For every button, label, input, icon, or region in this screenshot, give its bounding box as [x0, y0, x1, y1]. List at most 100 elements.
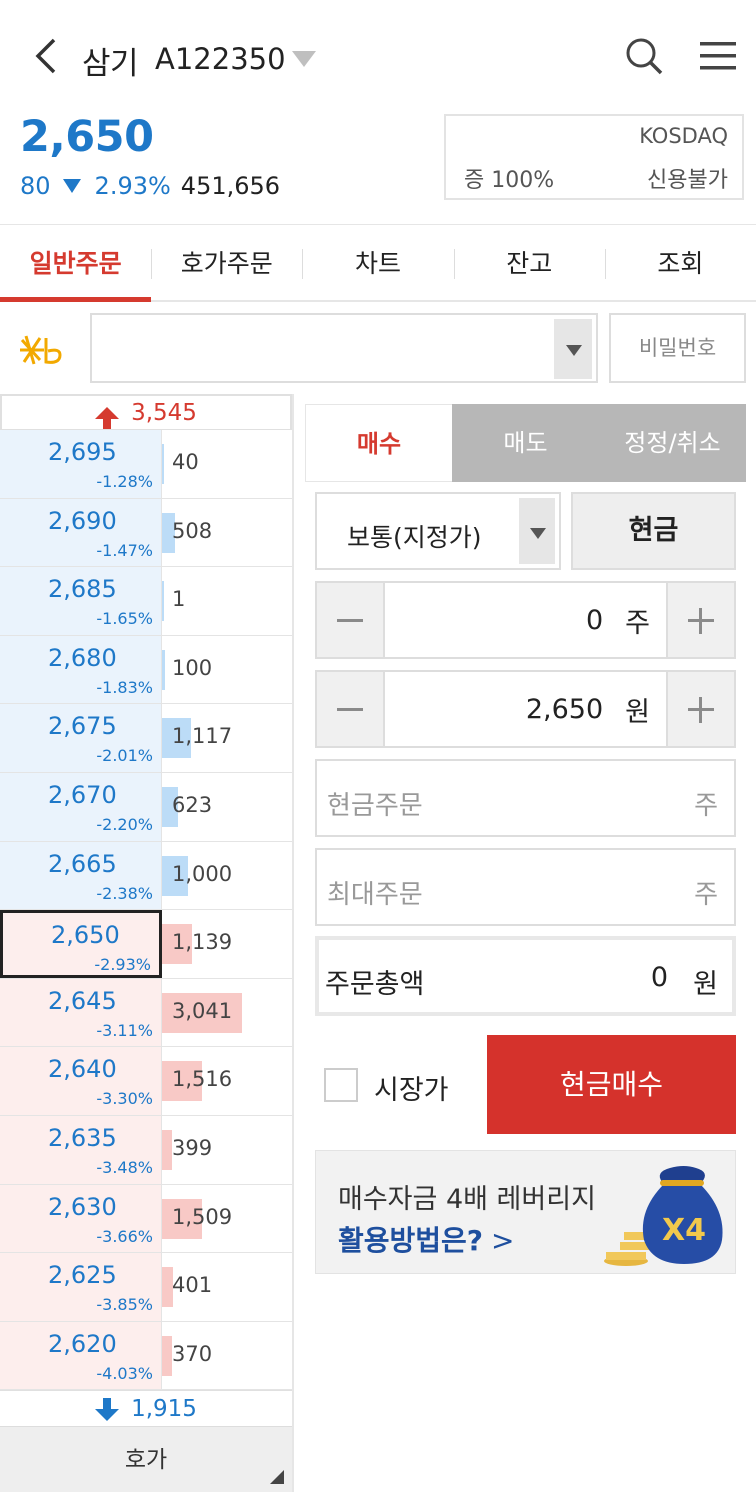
order-total: 주문총액 0 원 [315, 936, 736, 1016]
orderbook-qty-cell: 1,117 [162, 704, 292, 772]
change-amount: 80 [20, 172, 51, 200]
volume: 451,656 [180, 172, 281, 200]
stock-code[interactable]: A122350 [155, 42, 286, 76]
max-order-field[interactable]: 최대주문 주 [315, 848, 736, 926]
chevron-down-icon[interactable] [519, 498, 555, 564]
search-icon[interactable] [624, 36, 664, 76]
orderbook-price-cell[interactable]: 2,675 -2.01% [0, 704, 162, 772]
orderbook-row[interactable]: 2,630 -3.66% 1,509 [0, 1184, 292, 1254]
orderbook-qty: 40 [172, 450, 199, 474]
orderbook-qty: 1,509 [172, 1204, 233, 1229]
orderbook-rate: -1.83% [96, 677, 153, 697]
orderbook-row[interactable]: 2,650 -2.93% 1,139 [0, 910, 292, 979]
orderbook-row[interactable]: 2,690 -1.47% 508 [0, 498, 292, 568]
orderbook-qty-bar [162, 444, 164, 484]
orderbook-price-cell[interactable]: 2,695 -1.28% [0, 430, 162, 498]
orderbook-qty-cell: 1,509 [162, 1185, 292, 1253]
cash-buy-button[interactable]: 현금매수 [487, 1035, 736, 1134]
tab-general-order[interactable]: 일반주문 [0, 225, 152, 302]
change-rate: 2.93% [94, 172, 171, 200]
tab-balance[interactable]: 잔고 [453, 225, 605, 300]
order-tabs: 매수 매도 정정/취소 [305, 404, 746, 482]
orderbook-row[interactable]: 2,620 -4.03% 370 [0, 1321, 292, 1391]
orderbook-qty: 1,000 [172, 861, 233, 886]
lower-limit: 1,915 [0, 1390, 292, 1426]
orderbook-price: 2,690 [48, 506, 117, 535]
password-field[interactable]: 비밀번호 [609, 313, 746, 383]
orderbook-row[interactable]: 2,670 -2.20% 623 [0, 772, 292, 842]
price-unit: 원 [625, 696, 650, 728]
market-price-checkbox[interactable] [324, 1068, 358, 1102]
tab-hoga-order[interactable]: 호가주문 [151, 225, 302, 300]
quantity-value: 0 [585, 604, 604, 636]
orderbook-qty-bar [162, 1335, 172, 1376]
tab-chart[interactable]: 차트 [302, 225, 453, 300]
current-price: 2,650 [20, 112, 154, 162]
price-input[interactable]: 2,650 원 [383, 672, 668, 746]
orderbook-price-cell[interactable]: 2,645 -3.11% [0, 978, 162, 1047]
orderbook-row[interactable]: 2,685 -1.65% 1 [0, 567, 292, 636]
tab-modify-cancel[interactable]: 정정/취소 [599, 404, 746, 482]
orderbook-price: 2,640 [48, 1055, 117, 1084]
hoga-label: 호가 [124, 1447, 168, 1473]
order-type-select[interactable]: 보통(지정가) [315, 492, 561, 570]
stock-name[interactable]: 삼기 [82, 38, 139, 83]
price-value: 2,650 [525, 693, 604, 725]
cash-button[interactable]: 현금 [571, 492, 736, 570]
orderbook-rate: -3.85% [96, 1295, 153, 1315]
orderbook-price-cell[interactable]: 2,640 -3.30% [0, 1047, 162, 1115]
cash-order-unit: 주 [694, 791, 718, 821]
kb-logo-icon [20, 335, 62, 365]
tab-sell[interactable]: 매도 [452, 404, 599, 482]
stock-dropdown-icon[interactable] [292, 51, 316, 67]
order-type-value: 보통(지정가) [347, 523, 482, 552]
orderbook-price-cell[interactable]: 2,670 -2.20% [0, 772, 162, 841]
orderbook-rate: -2.38% [96, 883, 153, 903]
menu-icon[interactable] [700, 42, 736, 70]
header: 삼기 A122350 [0, 0, 756, 110]
market-price-label[interactable]: 시장가 [374, 1068, 449, 1107]
orderbook-row[interactable]: 2,675 -2.01% 1,117 [0, 704, 292, 773]
orderbook-price-cell[interactable]: 2,625 -3.85% [0, 1253, 162, 1321]
back-icon[interactable] [30, 36, 66, 76]
price-plus-button[interactable] [668, 672, 734, 746]
orderbook-price-cell[interactable]: 2,680 -1.83% [0, 635, 162, 704]
tab-buy[interactable]: 매수 [305, 404, 452, 482]
orderbook-price: 2,675 [48, 712, 117, 741]
orderbook-row[interactable]: 2,695 -1.28% 40 [0, 430, 292, 499]
orderbook-row[interactable]: 2,635 -3.48% 399 [0, 1115, 292, 1185]
hoga-button[interactable]: 호가 [0, 1426, 292, 1492]
quantity-minus-button[interactable] [317, 583, 383, 657]
quantity-plus-button[interactable] [668, 583, 734, 657]
orderbook-price-cell[interactable]: 2,665 -2.38% [0, 841, 162, 910]
orderbook-qty-cell: 100 [162, 636, 292, 704]
orderbook-price-cell[interactable]: 2,690 -1.47% [0, 498, 162, 567]
quantity-input[interactable]: 0 주 [383, 583, 668, 657]
orderbook-row[interactable]: 2,640 -3.30% 1,516 [0, 1047, 292, 1116]
account-select[interactable] [90, 313, 598, 383]
orderbook-row[interactable]: 2,625 -3.85% 401 [0, 1253, 292, 1322]
orderbook-price: 2,685 [48, 575, 117, 604]
orderbook-price-cell[interactable]: 2,635 -3.48% [0, 1115, 162, 1184]
price-minus-button[interactable] [317, 672, 383, 746]
orderbook-price-cell[interactable]: 2,650 -2.93% [0, 910, 162, 978]
orderbook-row[interactable]: 2,645 -3.11% 3,041 [0, 978, 292, 1048]
orderbook-price-cell[interactable]: 2,620 -4.03% [0, 1321, 162, 1390]
orderbook-row[interactable]: 2,665 -2.38% 1,000 [0, 841, 292, 911]
orderbook-price-cell[interactable]: 2,685 -1.65% [0, 567, 162, 635]
orderbook-row[interactable]: 2,680 -1.83% 100 [0, 635, 292, 705]
orderbook-price: 2,620 [48, 1329, 117, 1358]
orderbook-price-cell[interactable]: 2,630 -3.66% [0, 1184, 162, 1253]
banner-line2: 활용방법은? > [338, 1224, 515, 1257]
money-bag-icon: X4 [604, 1166, 723, 1266]
stock-info-box: KOSDAQ 증 100% 신용불가 [444, 114, 744, 200]
orderbook-qty-cell: 399 [162, 1116, 292, 1184]
orderbook-qty-cell: 1,516 [162, 1047, 292, 1115]
banner-badge: X4 [662, 1213, 706, 1248]
chevron-down-icon[interactable] [554, 319, 592, 379]
orderbook-qty-cell: 40 [162, 430, 292, 498]
orderbook-qty: 1,139 [172, 930, 233, 955]
tab-inquiry[interactable]: 조회 [604, 225, 756, 300]
cash-order-field[interactable]: 현금주문 주 [315, 759, 736, 837]
orderbook-qty-bar [162, 649, 165, 690]
